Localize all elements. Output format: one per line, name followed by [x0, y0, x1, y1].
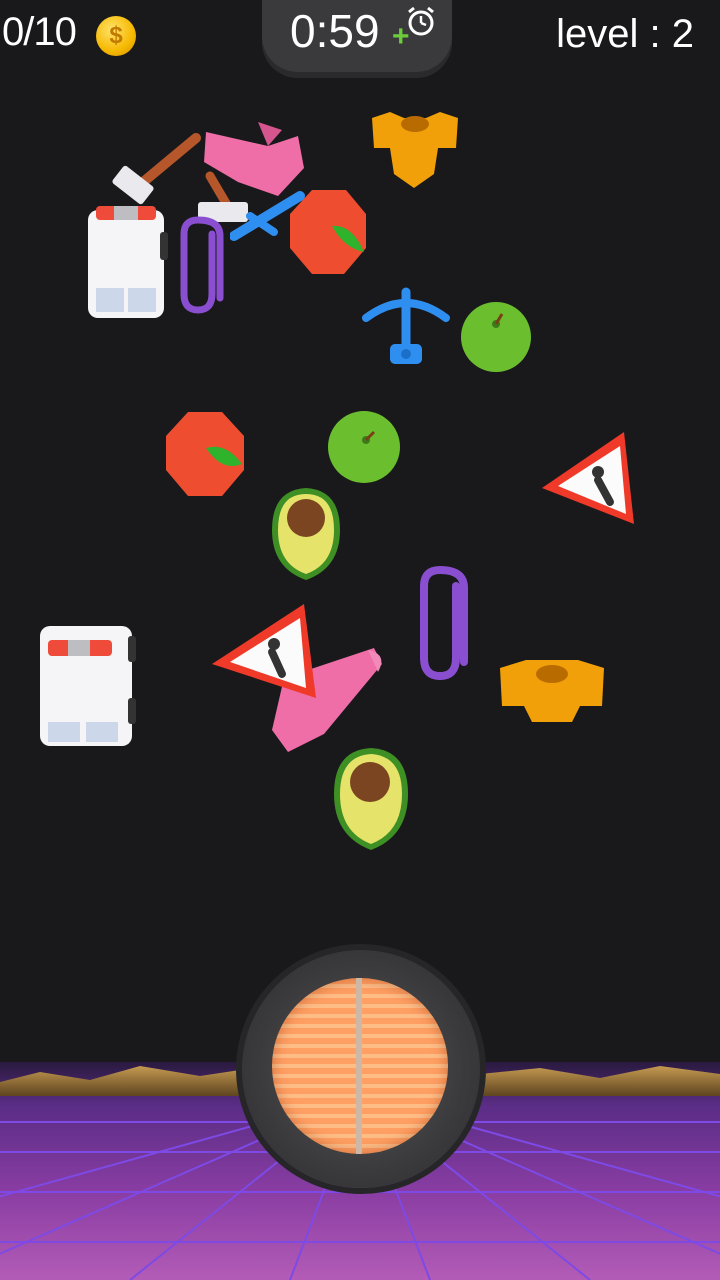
warning-sign-item[interactable]: [536, 428, 638, 532]
green-apple-item[interactable]: [458, 298, 534, 376]
golden-armor-item[interactable]: [496, 654, 608, 726]
golden-armor-item[interactable]: [368, 108, 462, 192]
coin-symbol: $: [109, 22, 123, 49]
red-tomato-item[interactable]: [286, 186, 370, 278]
stopwatch-icon: [408, 6, 434, 36]
collector-divider: [356, 978, 362, 1154]
paperclip-item[interactable]: [414, 562, 474, 684]
ambulance-item[interactable]: [36, 616, 140, 752]
warning-sign-item[interactable]: [208, 600, 320, 702]
coin-icon: $: [96, 16, 136, 56]
paperclip-item[interactable]: [176, 214, 228, 318]
ambulance-item[interactable]: [84, 202, 172, 326]
avocado-item[interactable]: [330, 744, 412, 854]
countdown-timer: 0:59: [290, 5, 380, 57]
score-counter: 0/10: [2, 10, 77, 54]
green-apple-item[interactable]: [326, 408, 402, 486]
level-indicator: level : 2: [556, 12, 694, 56]
game-stage[interactable]: 0/10 $ 0:59 + level : 2: [0, 0, 720, 1280]
blue-anchor-item[interactable]: [360, 282, 452, 372]
avocado-item[interactable]: [268, 484, 344, 584]
red-tomato-item[interactable]: [162, 408, 248, 500]
